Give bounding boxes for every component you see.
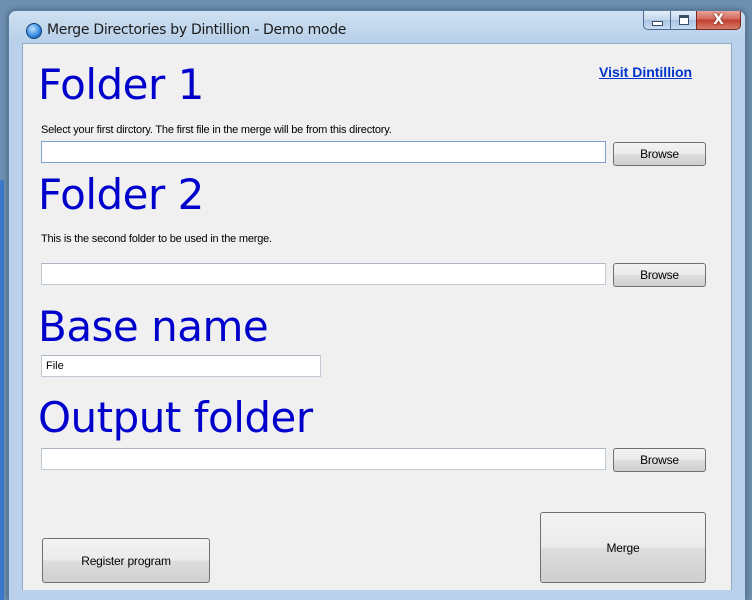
folder2-path-input[interactable]: [41, 263, 606, 285]
merge-button[interactable]: Merge: [540, 512, 706, 583]
folder2-heading: Folder 2: [38, 170, 204, 219]
output-folder-path-input[interactable]: [41, 448, 606, 470]
output-folder-browse-button[interactable]: Browse: [613, 448, 706, 472]
folder1-browse-button[interactable]: Browse: [613, 142, 706, 166]
maximize-button[interactable]: [670, 11, 696, 30]
folder1-path-input[interactable]: [41, 141, 606, 163]
maximize-icon: [678, 15, 689, 25]
minimize-icon: [651, 21, 663, 26]
app-globe-icon: [26, 23, 42, 39]
register-program-button[interactable]: Register program: [42, 538, 210, 583]
output-folder-heading: Output folder: [38, 393, 313, 442]
base-name-input[interactable]: [41, 355, 321, 377]
visit-dintillion-link[interactable]: Visit Dintillion: [599, 64, 692, 80]
folder2-browse-button[interactable]: Browse: [613, 263, 706, 287]
client-area: Folder 1 Visit Dintillion Select your fi…: [22, 43, 732, 590]
title-bar[interactable]: Merge Directories by Dintillion - Demo m…: [9, 11, 745, 43]
close-button[interactable]: X: [696, 11, 741, 30]
folder1-heading: Folder 1: [38, 60, 204, 109]
caption-buttons: X: [643, 11, 741, 31]
window-title: Merge Directories by Dintillion - Demo m…: [47, 22, 347, 38]
base-name-heading: Base name: [38, 302, 269, 351]
close-icon: X: [713, 12, 724, 28]
folder1-hint: Select your first dirctory. The first fi…: [41, 124, 392, 136]
minimize-button[interactable]: [643, 11, 670, 30]
desktop-window-edge: [0, 180, 4, 600]
folder2-hint: This is the second folder to be used in …: [41, 233, 272, 245]
